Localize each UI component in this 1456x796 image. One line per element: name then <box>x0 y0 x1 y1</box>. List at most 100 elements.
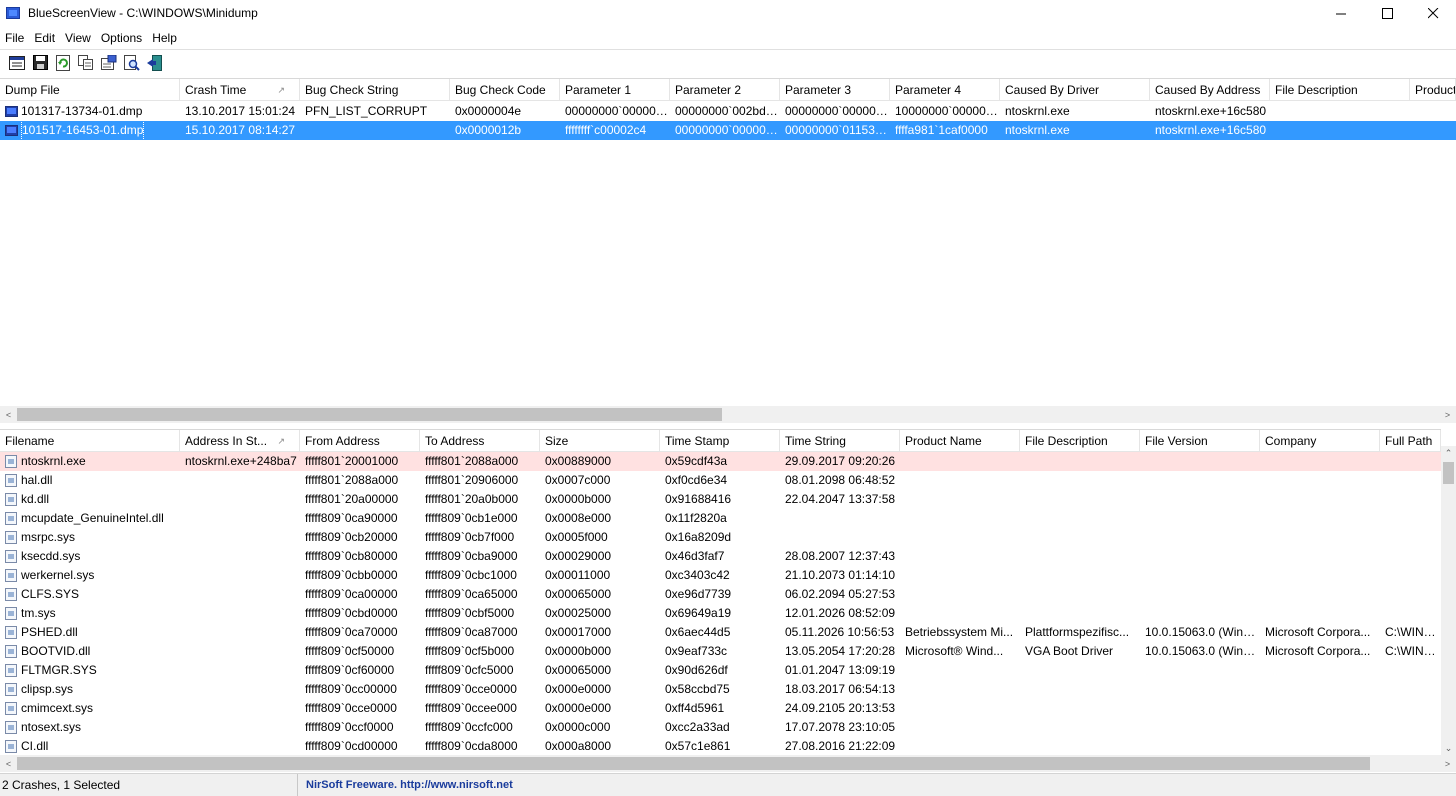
driver-column-header-time-stamp[interactable]: Time Stamp <box>660 430 780 452</box>
driver-column-header-size[interactable]: Size <box>540 430 660 452</box>
crash-column-header-crash-time[interactable]: Crash Time ↗ <box>180 79 300 101</box>
driver-list-vertical-scrollbar[interactable]: ⌃ ⌄ <box>1441 446 1456 756</box>
crash-column-header-product[interactable]: Product <box>1410 79 1456 101</box>
column-header-label: Address In St... <box>185 434 268 448</box>
driver-column-header-file-version[interactable]: File Version <box>1140 430 1260 452</box>
cell-caused-by-address: ntoskrnl.exe+16c580 <box>1155 123 1267 137</box>
nirsoft-link[interactable]: NirSoft Freeware. http://www.nirsoft.net <box>298 779 513 791</box>
scroll-left-icon[interactable]: < <box>0 406 17 423</box>
driver-row[interactable]: ntosext.sys fffff809`0ccf0000 fffff809`0cc… <box>0 718 1441 737</box>
driver-column-header-product-name[interactable]: Product Name <box>900 430 1020 452</box>
crash-column-header-bug-check-string[interactable]: Bug Check String <box>300 79 450 101</box>
refresh-button[interactable] <box>52 52 74 74</box>
cell-to-address: fffff801`20a0b000 <box>425 492 519 506</box>
crash-row[interactable]: 101317-13734-01.dmp 13.10.2017 15:01:24 PF… <box>0 102 1456 121</box>
crash-column-header-parameter-4[interactable]: Parameter 4 <box>890 79 1000 101</box>
column-header-label: Bug Check Code <box>455 83 546 97</box>
driver-column-header-company[interactable]: Company <box>1260 430 1380 452</box>
cell-to-address: fffff809`0ccfc000 <box>425 720 513 734</box>
driver-row[interactable]: hal.dll fffff801`2088a000 fffff801`2090600… <box>0 471 1441 490</box>
crash-list[interactable]: Dump File Crash Time ↗ Bug Check String Bug … <box>0 78 1456 407</box>
crash-column-header-parameter-1[interactable]: Parameter 1 <box>560 79 670 101</box>
close-button[interactable] <box>1410 0 1456 26</box>
driver-column-header-file-description[interactable]: File Description <box>1020 430 1140 452</box>
driver-row[interactable]: tm.sys fffff809`0cbd0000 fffff809`0cbf5000… <box>0 604 1441 623</box>
minimize-button[interactable] <box>1318 0 1364 26</box>
crash-column-header-bug-check-code[interactable]: Bug Check Code <box>450 79 560 101</box>
cell-text: ntoskrnl.exe <box>21 454 86 468</box>
driver-row[interactable]: mcupdate_GenuineIntel.dll fffff809`0ca900… <box>0 509 1441 528</box>
menu-view[interactable]: View <box>60 31 96 45</box>
cell-text: CI.dll <box>21 739 49 753</box>
driver-list-horizontal-scrollbar[interactable]: < > <box>0 755 1456 772</box>
crash-row[interactable]: 101517-16453-01.dmp 15.10.2017 08:14:27 0x… <box>0 121 1456 140</box>
cell-file-description <box>1020 661 1140 680</box>
crash-list-horizontal-scrollbar[interactable]: < > <box>0 406 1456 423</box>
driver-list-scroll-thumb[interactable] <box>17 757 1370 770</box>
crash-column-header-parameter-2[interactable]: Parameter 2 <box>670 79 780 101</box>
cell-company <box>1260 566 1380 585</box>
cell-company <box>1260 737 1380 756</box>
cell-time-string: 24.09.2105 20:13:53 <box>785 701 896 715</box>
driver-row[interactable]: werkernel.sys fffff809`0cbb0000 fffff809`0… <box>0 566 1441 585</box>
cell-filename: CLFS.SYS <box>0 585 180 604</box>
driver-file-icon <box>5 531 17 544</box>
scroll-down-icon[interactable]: ⌄ <box>1441 741 1456 756</box>
driver-file-icon <box>5 455 17 468</box>
cell-to-address: fffff809`0cb1e000 <box>425 511 518 525</box>
crash-column-header-caused-by-driver[interactable]: Caused By Driver <box>1000 79 1150 101</box>
driver-row[interactable]: CLFS.SYS fffff809`0ca00000 fffff809`0ca650… <box>0 585 1441 604</box>
driver-list[interactable]: Filename Address In St... ↗ From Address To … <box>0 429 1441 756</box>
driver-row[interactable]: CI.dll fffff809`0cd00000 fffff809`0cda8000… <box>0 737 1441 756</box>
cell-filename: BOOTVID.dll <box>0 642 180 661</box>
advanced-options-button[interactable] <box>98 52 120 74</box>
menu-help[interactable]: Help <box>147 31 182 45</box>
driver-row[interactable]: clipsp.sys fffff809`0cc00000 fffff809`0cce… <box>0 680 1441 699</box>
menu-edit[interactable]: Edit <box>29 31 60 45</box>
scroll-right-icon[interactable]: > <box>1439 755 1456 772</box>
find-button[interactable] <box>121 52 143 74</box>
driver-file-icon <box>5 664 17 677</box>
cell-company <box>1260 661 1380 680</box>
crash-column-header-file-description[interactable]: File Description <box>1270 79 1410 101</box>
driver-row[interactable]: ksecdd.sys fffff809`0cb80000 fffff809`0cba… <box>0 547 1441 566</box>
scroll-right-icon[interactable]: > <box>1439 406 1456 423</box>
cell-dump-file: 101517-16453-01.dmp <box>0 121 180 140</box>
driver-row[interactable]: cmimcext.sys fffff809`0cce0000 fffff809`0c… <box>0 699 1441 718</box>
cell-company <box>1260 509 1380 528</box>
cell-time-string: 22.04.2047 13:37:58 <box>785 492 896 506</box>
cell-full-path <box>1380 528 1441 547</box>
exit-icon <box>147 54 162 71</box>
cell-caused-by-address: ntoskrnl.exe+16c580 <box>1155 104 1267 118</box>
driver-column-header-time-string[interactable]: Time String <box>780 430 900 452</box>
driver-column-header-to-address[interactable]: To Address <box>420 430 540 452</box>
maximize-button[interactable] <box>1364 0 1410 26</box>
driver-row[interactable]: BOOTVID.dll fffff809`0cf50000 fffff809`0cf… <box>0 642 1441 661</box>
driver-file-icon <box>5 740 17 753</box>
driver-column-header-from-address[interactable]: From Address <box>300 430 420 452</box>
driver-row[interactable]: kd.dll fffff801`20a00000 fffff801`20a0b000… <box>0 490 1441 509</box>
crash-column-header-caused-by-address[interactable]: Caused By Address <box>1150 79 1270 101</box>
driver-row[interactable]: msrpc.sys fffff809`0cb20000 fffff809`0cb7f… <box>0 528 1441 547</box>
crash-column-header-parameter-3[interactable]: Parameter 3 <box>780 79 890 101</box>
crash-list-scroll-thumb[interactable] <box>17 408 722 421</box>
driver-row[interactable]: FLTMGR.SYS fffff809`0cf60000 fffff809`0cfc… <box>0 661 1441 680</box>
driver-list-vscroll-thumb[interactable] <box>1443 462 1454 484</box>
cell-file-description <box>1020 566 1140 585</box>
properties-list-button[interactable] <box>6 52 28 74</box>
menu-options[interactable]: Options <box>96 31 147 45</box>
copy-button[interactable] <box>75 52 97 74</box>
cell-product-name <box>900 490 1020 509</box>
scroll-up-icon[interactable]: ⌃ <box>1441 446 1456 461</box>
exit-button[interactable] <box>144 52 166 74</box>
driver-column-header-address-in-st[interactable]: Address In St... ↗ <box>180 430 300 452</box>
driver-row[interactable]: PSHED.dll fffff809`0ca70000 fffff809`0ca87… <box>0 623 1441 642</box>
crash-column-header-dump-file[interactable]: Dump File <box>0 79 180 101</box>
cell-time-string <box>780 528 900 547</box>
save-button[interactable] <box>29 52 51 74</box>
menu-file[interactable]: File <box>0 31 29 45</box>
driver-column-header-filename[interactable]: Filename <box>0 430 180 452</box>
scroll-left-icon[interactable]: < <box>0 755 17 772</box>
driver-column-header-full-path[interactable]: Full Path <box>1380 430 1441 452</box>
driver-row[interactable]: ntoskrnl.exe ntoskrnl.exe+248ba7 fffff801`… <box>0 452 1441 471</box>
